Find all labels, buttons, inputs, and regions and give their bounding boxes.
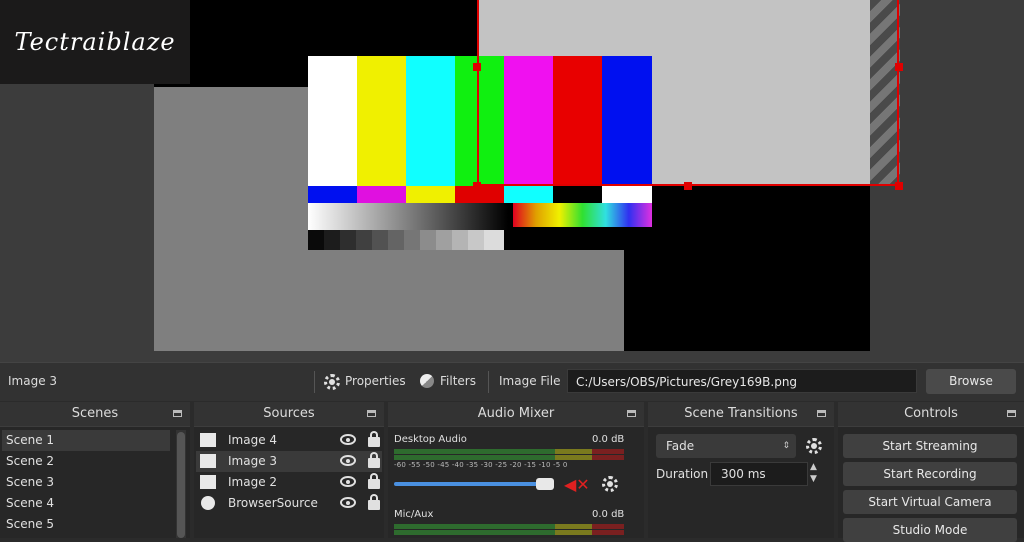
filters-button[interactable]: Filters <box>440 374 476 388</box>
scene-item[interactable]: Scene 4 <box>2 493 170 514</box>
float-icon[interactable] <box>817 410 826 417</box>
lock-icon[interactable] <box>368 431 380 447</box>
desktop-audio-meter <box>394 449 624 454</box>
bar2-blue <box>308 186 357 203</box>
float-icon[interactable] <box>367 410 376 417</box>
resize-handle-bottom-left[interactable] <box>473 182 481 190</box>
bar-white <box>308 56 357 186</box>
browse-button[interactable]: Browse <box>926 369 1016 394</box>
properties-button[interactable]: Properties <box>345 374 406 388</box>
image-file-path-field[interactable]: C:/Users/OBS/Pictures/Grey169B.png <box>567 369 917 393</box>
transition-select[interactable]: Fade ⇕ <box>656 434 796 458</box>
filters-icon <box>420 374 434 388</box>
float-icon[interactable] <box>173 410 182 417</box>
lock-icon[interactable] <box>368 494 380 510</box>
bar2-black <box>553 186 602 203</box>
mic-aux-label: Mic/Aux <box>394 509 434 520</box>
resize-handle-left[interactable] <box>473 63 481 71</box>
controls-title: Controls <box>838 402 1024 427</box>
source-item[interactable]: Image 4 <box>196 430 382 451</box>
float-icon[interactable] <box>1007 410 1016 417</box>
watermark-logo: Tectraiblaze <box>0 0 190 84</box>
mic-aux-level: 0.0 dB <box>592 509 625 520</box>
rainbow-gradient <box>513 203 652 227</box>
desktop-audio-label: Desktop Audio <box>394 434 467 445</box>
studio-mode-button[interactable]: Studio Mode <box>843 518 1017 542</box>
start-streaming-button[interactable]: Start Streaming <box>843 434 1017 458</box>
updown-icon: ⇕ <box>782 441 790 451</box>
eye-icon[interactable] <box>340 434 356 445</box>
bar2-white <box>602 186 652 203</box>
meter-scale: -60 -55 -50 -45 -40 -35 -30 -25 -20 -15 … <box>394 461 568 469</box>
globe-icon <box>201 496 215 510</box>
watermark-text: Tectraiblaze <box>14 28 176 56</box>
scenes-dock: Scenes Scene 1 Scene 2 Scene 3 Scene 4 S… <box>0 402 190 538</box>
duration-field[interactable]: 300 ms <box>710 462 808 486</box>
eye-icon[interactable] <box>340 455 356 466</box>
lock-icon[interactable] <box>368 452 380 468</box>
image-icon <box>200 475 216 489</box>
scene-item[interactable]: Scene 5 <box>2 514 170 535</box>
duration-label: Duration <box>656 467 709 481</box>
image-icon <box>200 433 216 447</box>
speaker-muted-icon[interactable]: ◀✕ <box>564 475 590 494</box>
selected-source-name: Image 3 <box>8 374 58 388</box>
mic-aux-meter <box>394 530 624 535</box>
source-context-bar: Image 3 Properties Filters Image File C:… <box>0 362 1024 401</box>
scenes-dock-title: Scenes <box>0 402 190 427</box>
start-virtual-camera-button[interactable]: Start Virtual Camera <box>843 490 1017 514</box>
start-recording-button[interactable]: Start Recording <box>843 462 1017 486</box>
bar2-yellow <box>406 186 455 203</box>
resize-handle-right[interactable] <box>895 63 903 71</box>
resize-handle-bottom[interactable] <box>684 182 692 190</box>
bar2-cyan <box>504 186 553 203</box>
sources-dock: Sources Image 4 Image 3 Image 2 BrowserS… <box>194 402 384 538</box>
desktop-audio-meter <box>394 455 624 460</box>
scene-item[interactable]: Scene 1 <box>2 430 170 451</box>
gear-icon <box>324 374 340 390</box>
audio-settings-gear-icon[interactable] <box>602 476 618 492</box>
bar2-magenta <box>357 186 406 203</box>
transition-settings-gear-icon[interactable] <box>806 438 822 454</box>
desktop-audio-volume-slider[interactable] <box>394 482 552 486</box>
mic-aux-meter <box>394 524 624 529</box>
source-item[interactable]: BrowserSource <box>196 493 382 514</box>
grey-gradient <box>308 203 508 230</box>
lock-icon[interactable] <box>368 473 380 489</box>
scene-item[interactable]: Scene 2 <box>2 451 170 472</box>
duration-stepper-icon[interactable]: ▲ ▼ <box>810 461 817 485</box>
desktop-audio-level: 0.0 dB <box>592 434 625 445</box>
bar-cyan <box>406 56 455 186</box>
source-item[interactable]: Image 2 <box>196 472 382 493</box>
float-icon[interactable] <box>627 410 636 417</box>
source-item[interactable]: Image 3 <box>196 451 382 472</box>
sources-dock-title: Sources <box>194 402 384 427</box>
eye-icon[interactable] <box>340 497 356 508</box>
resize-handle-bottom-right[interactable] <box>895 182 903 190</box>
image-file-label: Image File <box>499 374 561 388</box>
scene-transitions-title: Scene Transitions <box>648 402 834 427</box>
selection-box[interactable] <box>477 0 899 186</box>
volume-slider-knob[interactable] <box>536 478 554 490</box>
eye-icon[interactable] <box>340 476 356 487</box>
audio-mixer-title: Audio Mixer <box>388 402 644 427</box>
preview-canvas[interactable]: Tectraiblaze <box>0 0 1024 362</box>
bar-yellow <box>357 56 406 186</box>
image-icon <box>200 454 216 468</box>
scene-item[interactable]: Scene 3 <box>2 472 170 493</box>
scenes-scrollbar[interactable] <box>176 430 186 538</box>
